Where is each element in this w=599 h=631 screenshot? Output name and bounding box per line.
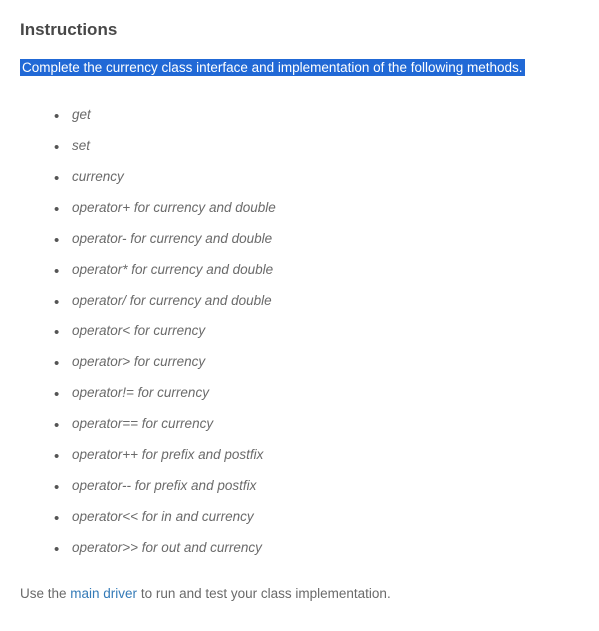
intro-paragraph: Complete the currency class interface an… [20,58,579,78]
instructions-heading: Instructions [20,20,579,40]
footer-prefix: Use the [20,586,70,601]
list-item: operator> for currency [72,347,579,378]
footer-suffix: to run and test your class implementatio… [137,586,391,601]
list-item: operator- for currency and double [72,224,579,255]
main-driver-link[interactable]: main driver [70,586,137,601]
highlighted-instruction: Complete the currency class interface an… [20,59,525,76]
list-item: operator< for currency [72,316,579,347]
list-item: operator++ for prefix and postfix [72,440,579,471]
list-item: operator* for currency and double [72,255,579,286]
list-item: set [72,131,579,162]
list-item: operator== for currency [72,409,579,440]
list-item: operator<< for in and currency [72,502,579,533]
list-item: operator+ for currency and double [72,193,579,224]
list-item: operator-- for prefix and postfix [72,471,579,502]
method-list: getsetcurrencyoperator+ for currency and… [72,100,579,563]
list-item: operator>> for out and currency [72,533,579,564]
list-item: currency [72,162,579,193]
list-item: operator!= for currency [72,378,579,409]
list-item: get [72,100,579,131]
footer-paragraph: Use the main driver to run and test your… [20,586,579,601]
list-item: operator/ for currency and double [72,286,579,317]
